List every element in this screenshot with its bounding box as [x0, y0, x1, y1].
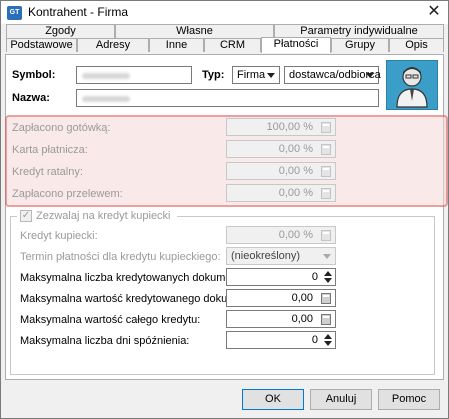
tab-platnosci[interactable]: Płatności [261, 37, 331, 53]
ok-button[interactable]: OK [242, 389, 304, 410]
calculator-icon [321, 188, 331, 199]
spinner-icon[interactable] [322, 270, 334, 284]
app-icon: GT [7, 6, 22, 20]
symbol-input[interactable] [76, 66, 192, 84]
calculator-icon [321, 230, 331, 241]
termin-select-value: (nieokreślony) [231, 250, 301, 262]
contact-avatar[interactable] [386, 60, 438, 110]
max-docs-input[interactable]: 0 [226, 268, 336, 286]
payment-label-card: Karta płatnicza: [12, 144, 88, 156]
payment-transfer-value: 0,00 % [278, 187, 313, 199]
calculator-icon [321, 122, 331, 133]
max-doc-value-label: Maksymalna wartość kredytowanego dokumen… [20, 293, 261, 305]
calculator-icon [321, 144, 331, 155]
payment-installment-value: 0,00 % [278, 165, 313, 177]
calculator-icon[interactable] [321, 314, 331, 325]
redacted-text [82, 73, 130, 79]
max-days-label: Maksymalna liczba dni spóźnienia: [20, 335, 190, 347]
kredyt-value: 0,00 % [278, 229, 313, 241]
redacted-text [82, 96, 130, 102]
max-doc-value-input[interactable]: 0,00 [226, 289, 336, 307]
typ-label: Typ: [202, 69, 225, 81]
payment-label-cash: Zapłacono gotówką: [12, 122, 111, 134]
kredyt-field: 0,00 % [226, 226, 336, 244]
help-button[interactable]: Pomoc [378, 389, 440, 410]
payment-transfer-field: 0,00 % [226, 184, 336, 202]
max-docs-label: Maksymalna liczba kredytowanych dokument… [20, 272, 258, 284]
payment-cash-value: 100,00 % [266, 121, 313, 133]
tab-podstawowe[interactable]: Podstawowe [6, 38, 77, 52]
termin-label: Termin płatności dla kredytu kupieckiego… [20, 251, 221, 263]
max-doc-value-value: 0,00 [291, 292, 313, 304]
max-days-input[interactable]: 0 [226, 331, 336, 349]
cancel-button[interactable]: Anuluj [310, 389, 372, 410]
termin-select: (nieokreślony) [226, 247, 336, 265]
credit-checkbox-label: Zezwalaj na kredyt kupiecki [36, 210, 171, 222]
payment-label-installment: Kredyt ratalny: [12, 166, 83, 178]
tab-grupy[interactable]: Grupy [331, 38, 389, 52]
max-total-value: 0,00 [291, 313, 313, 325]
payment-label-transfer: Zapłacono przelewem: [12, 188, 123, 200]
tab-opis[interactable]: Opis [389, 38, 444, 52]
symbol-label: Symbol: [12, 69, 56, 81]
typ-select-value: Firma [237, 69, 266, 81]
title-bar: GT Kontrahent - Firma ✕ [1, 1, 448, 24]
tab-crm[interactable]: CRM [204, 38, 261, 52]
payment-card-value: 0,00 % [278, 143, 313, 155]
payment-installment-field: 0,00 % [226, 162, 336, 180]
typ-select[interactable]: Firma [232, 66, 280, 84]
chevron-down-icon [267, 73, 275, 78]
nazwa-input[interactable] [76, 89, 379, 107]
nazwa-label: Nazwa: [12, 92, 50, 104]
calculator-icon[interactable] [321, 293, 331, 304]
window-title: Kontrahent - Firma [28, 5, 129, 19]
tab-adresy[interactable]: Adresy [77, 38, 149, 52]
kredyt-label: Kredyt kupiecki: [20, 230, 98, 242]
max-docs-value: 0 [311, 271, 318, 283]
tab-parametry-indywidualne[interactable]: Parametry indywidualne [274, 24, 444, 38]
credit-checkbox[interactable]: ✓ [20, 210, 32, 222]
role-select[interactable]: dostawca/odbiorca [284, 66, 381, 84]
payment-card-field: 0,00 % [226, 140, 336, 158]
max-total-label: Maksymalna wartość całego kredytu: [20, 314, 201, 326]
spinner-icon[interactable] [322, 333, 334, 347]
dialog-window: GT Kontrahent - Firma ✕ Zgody Własne Par… [0, 0, 449, 419]
tab-zgody[interactable]: Zgody [6, 24, 115, 38]
tab-wlasne[interactable]: Własne [115, 24, 274, 38]
payment-cash-field: 100,00 % [226, 118, 336, 136]
close-icon[interactable]: ✕ [423, 1, 445, 23]
max-total-input[interactable]: 0,00 [226, 310, 336, 328]
tab-inne[interactable]: Inne [149, 38, 204, 52]
calculator-icon [321, 166, 331, 177]
max-days-value: 0 [311, 334, 318, 346]
chevron-down-icon [366, 73, 374, 78]
chevron-down-icon [323, 254, 331, 259]
